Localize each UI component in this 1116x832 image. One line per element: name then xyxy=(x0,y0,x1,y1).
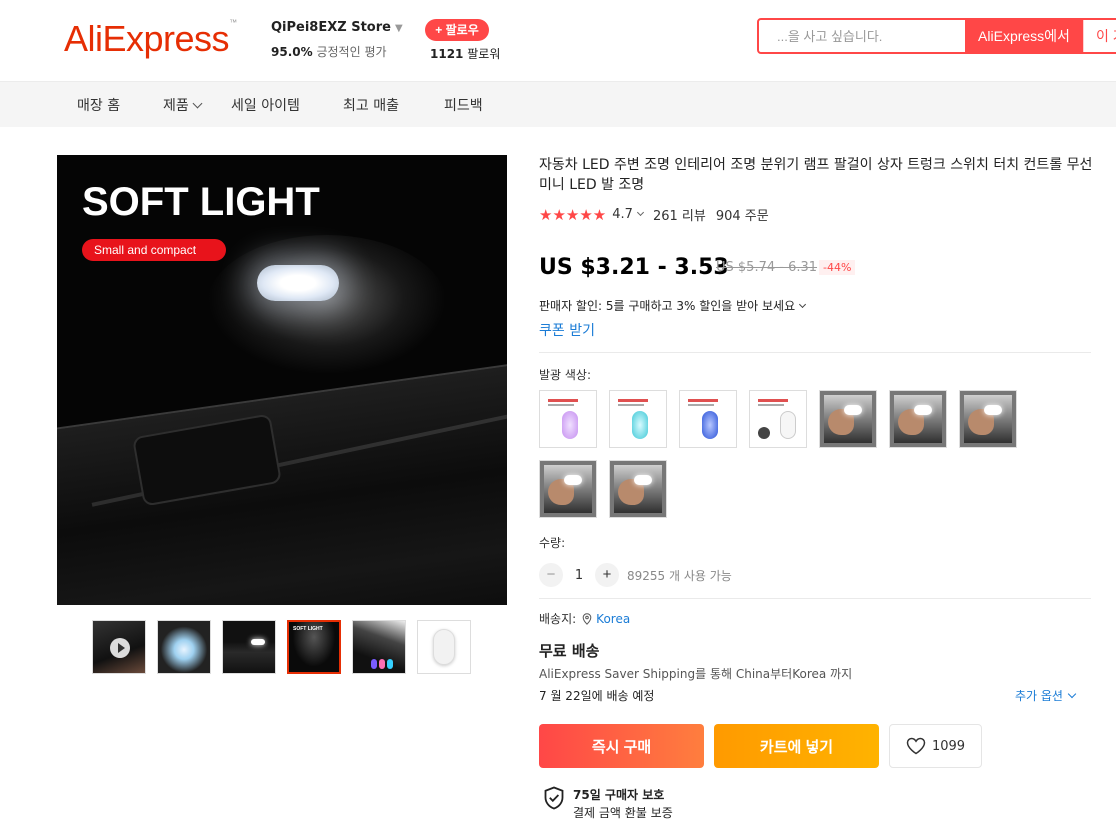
order-count: 904 주문 xyxy=(715,209,769,224)
store-rating: 95.0% 긍정적인 평가 xyxy=(271,45,387,59)
buyer-protection: 75일 구매자 보호 결제 금액 환불 보증 xyxy=(543,786,673,821)
color-swatch-photo[interactable] xyxy=(889,390,947,448)
ship-to-country[interactable]: Korea xyxy=(596,612,630,626)
play-icon xyxy=(110,638,130,658)
more-shipping-options[interactable]: 추가 옵션 xyxy=(1015,687,1077,704)
quantity-stepper: − 1 + 89255 개 사용 가능 xyxy=(539,563,732,587)
nav-products[interactable]: 제품 xyxy=(163,95,203,115)
seller-promo[interactable]: 판매자 할인: 5를 구매하고 3% 할인을 받아 보세요 xyxy=(539,297,807,314)
color-label: 발광 색상: xyxy=(539,368,592,382)
store-name[interactable]: QiPei8EXZ Store ▼ xyxy=(271,20,403,35)
follow-button[interactable]: + 팔로우 xyxy=(425,19,489,41)
get-coupon-link[interactable]: 쿠폰 받기 xyxy=(539,320,595,340)
wishlist-count: 1099 xyxy=(931,738,966,754)
shipping-method: AliExpress Saver Shipping를 통해 China부터Kor… xyxy=(539,667,853,681)
thumbnail-image-active[interactable]: SOFT LIGHT xyxy=(287,620,341,674)
quantity-value[interactable]: 1 xyxy=(563,568,595,583)
shield-check-icon xyxy=(544,786,564,810)
protection-title: 75일 구매자 보호 xyxy=(573,788,665,802)
divider xyxy=(539,598,1091,599)
chevron-down-icon xyxy=(1067,689,1077,699)
store-nav: 매장 홈 제품 세일 아이템 최고 매출 피드백 xyxy=(0,82,1116,127)
quantity-increase-button[interactable]: + xyxy=(595,563,619,587)
divider xyxy=(539,352,1091,353)
free-shipping: 무료 배송 xyxy=(539,642,600,660)
quantity-decrease-button[interactable]: − xyxy=(539,563,563,587)
color-swatch-photo[interactable] xyxy=(959,390,1017,448)
search-input[interactable] xyxy=(759,20,965,52)
chevron-down-icon xyxy=(636,208,644,217)
search-aliexpress-button[interactable]: AliExpress에서 xyxy=(965,20,1083,52)
heart-icon xyxy=(906,737,926,755)
chevron-down-icon: ▼ xyxy=(394,23,403,34)
image-subtitle: Small and compact xyxy=(82,239,226,261)
protection-subtitle: 결제 금액 환불 보증 xyxy=(573,806,673,820)
thumbnail-image[interactable] xyxy=(222,620,276,674)
aliexpress-logo[interactable]: AliExpress™ xyxy=(64,18,237,60)
color-swatch-white[interactable] xyxy=(749,390,807,448)
location-pin-icon xyxy=(582,612,592,625)
store-info: QiPei8EXZ Store ▼ 95.0% 긍정적인 평가 xyxy=(271,20,403,60)
wishlist-button[interactable]: 1099 xyxy=(889,724,982,768)
ship-to: 배송지: Korea xyxy=(539,611,631,627)
add-to-cart-button[interactable]: 카트에 넣기 xyxy=(714,724,879,768)
thumbnail-video[interactable] xyxy=(92,620,146,674)
available-stock: 89255 개 사용 가능 xyxy=(627,568,732,583)
site-header: AliExpress™ QiPei8EXZ Store ▼ 95.0% 긍정적인 … xyxy=(0,0,1116,82)
nav-store-home[interactable]: 매장 홈 xyxy=(77,95,120,115)
image-title: SOFT LIGHT xyxy=(82,180,320,224)
buy-now-button[interactable]: 즉시 구매 xyxy=(539,724,704,768)
thumbnail-image[interactable] xyxy=(157,620,211,674)
thumbnail-image[interactable] xyxy=(417,620,471,674)
review-count[interactable]: 261 리뷰 xyxy=(653,205,706,224)
color-swatch-blue[interactable] xyxy=(679,390,737,448)
color-swatch-photo[interactable] xyxy=(819,390,877,448)
original-price: US $5.74 - 6.31 xyxy=(716,260,818,275)
lamp-image xyxy=(257,265,339,301)
delivery-date: 7 월 22일에 배송 예정 xyxy=(539,689,655,703)
color-swatch-cyan[interactable] xyxy=(609,390,667,448)
color-swatch-purple[interactable] xyxy=(539,390,597,448)
nav-feedback[interactable]: 피드백 xyxy=(444,95,483,115)
color-swatch-photo[interactable] xyxy=(609,460,667,518)
rating-row: ★★★★★ 4.7 261 리뷰 904 주문 xyxy=(539,205,769,225)
main-product-image[interactable]: SOFT LIGHT Small and compact xyxy=(57,155,507,605)
search-store-button[interactable]: 이 가 xyxy=(1083,20,1116,52)
nav-top-selling[interactable]: 최고 매출 xyxy=(343,95,399,115)
followers-count: 1121 팔로워 xyxy=(430,47,501,61)
rating-value[interactable]: 4.7 xyxy=(612,207,653,222)
thumbnail-image[interactable] xyxy=(352,620,406,674)
quantity-label: 수량: xyxy=(539,536,566,550)
chevron-down-icon xyxy=(192,98,203,109)
chevron-down-icon xyxy=(799,300,807,309)
search-bar: AliExpress에서 이 가 xyxy=(757,18,1116,54)
product-title: 자동차 LED 주변 조명 인테리어 조명 분위기 램프 팔걸이 상자 트렁크 … xyxy=(539,157,1093,193)
price: US $3.21 - 3.53 xyxy=(539,255,729,280)
discount-badge: -44% xyxy=(819,260,856,275)
rating-stars-icon: ★★★★★ xyxy=(539,205,607,224)
nav-sale-items[interactable]: 세일 아이템 xyxy=(231,95,300,115)
color-swatch-photo[interactable] xyxy=(539,460,597,518)
